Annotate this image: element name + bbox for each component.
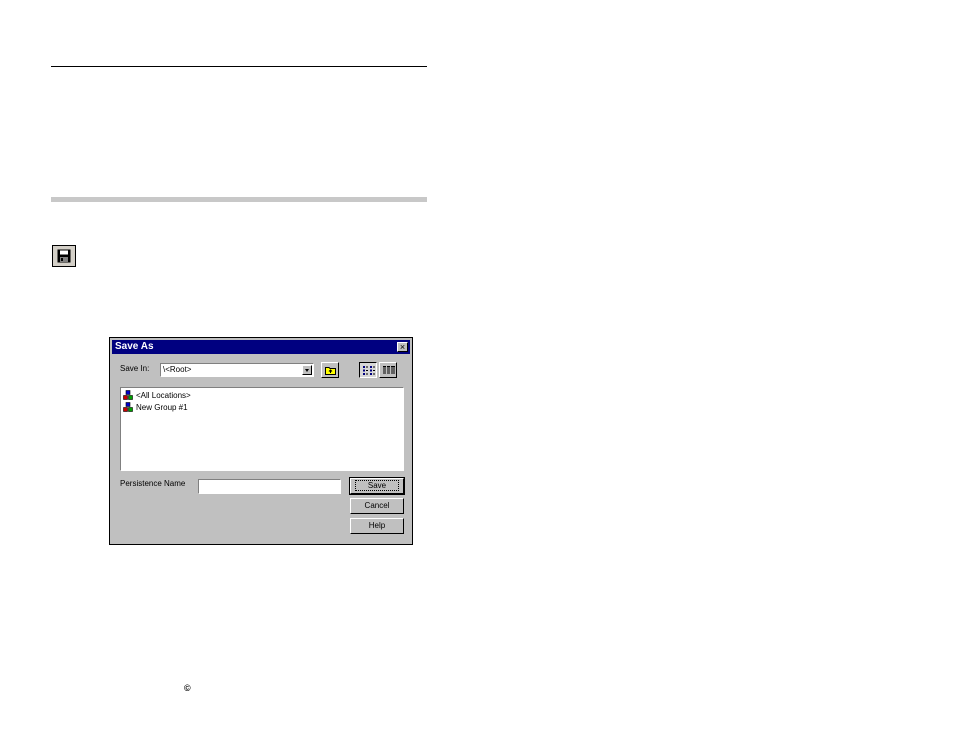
copyright-symbol: © bbox=[184, 683, 191, 693]
list-view-button[interactable] bbox=[359, 362, 377, 378]
close-button[interactable]: × bbox=[397, 342, 408, 352]
location-group-icon bbox=[123, 402, 133, 412]
details-view-icon bbox=[383, 366, 395, 375]
dialog-title: Save As bbox=[115, 341, 154, 352]
list-item-label: New Group #1 bbox=[136, 403, 188, 412]
help-button[interactable]: Help bbox=[350, 518, 404, 534]
list-view-icon bbox=[363, 366, 375, 375]
floppy-disk-icon bbox=[57, 249, 71, 263]
save-button-label: Save bbox=[354, 480, 400, 491]
up-one-level-button[interactable] bbox=[321, 362, 339, 378]
save-in-value: \<Root> bbox=[163, 365, 192, 374]
save-button[interactable]: Save bbox=[349, 477, 405, 495]
save-toolbar-button[interactable] bbox=[52, 245, 76, 267]
list-item-label: <All Locations> bbox=[136, 391, 191, 400]
location-group-icon bbox=[123, 390, 133, 400]
save-in-dropdown[interactable]: \<Root> bbox=[160, 363, 314, 377]
details-view-button[interactable] bbox=[379, 362, 397, 378]
save-as-dialog: Save As × Save In: \<Root> <All Location… bbox=[109, 337, 413, 545]
close-icon: × bbox=[399, 342, 406, 352]
persistence-name-label: Persistence Name bbox=[120, 479, 186, 488]
cancel-button[interactable]: Cancel bbox=[350, 498, 404, 514]
persistence-name-input[interactable] bbox=[198, 479, 341, 494]
folder-up-icon bbox=[325, 367, 336, 375]
section-divider bbox=[51, 197, 427, 202]
chevron-down-icon[interactable] bbox=[302, 365, 312, 375]
location-list[interactable]: <All Locations> New Group #1 bbox=[120, 387, 404, 471]
save-in-label: Save In: bbox=[120, 364, 150, 373]
top-rule bbox=[51, 66, 427, 67]
dialog-titlebar[interactable]: Save As × bbox=[112, 340, 410, 354]
